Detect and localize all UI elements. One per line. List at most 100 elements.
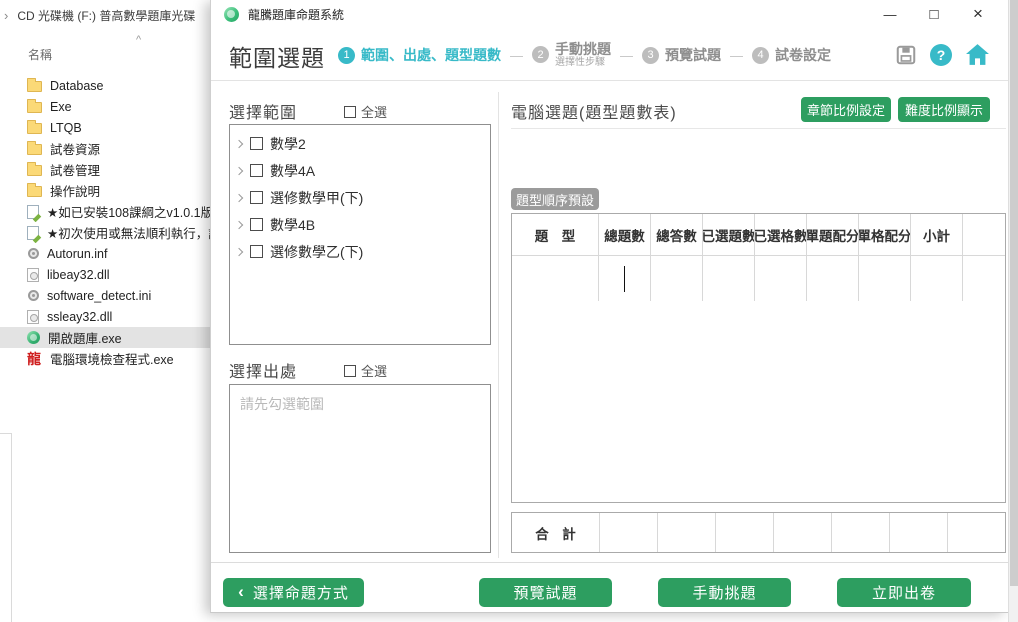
select-all-label: 全選	[361, 361, 387, 380]
tree-item[interactable]: 數學4B	[230, 211, 490, 238]
type-order-preset-button[interactable]: 題型順序預設	[511, 188, 599, 210]
table-cell[interactable]	[651, 256, 703, 301]
total-cell	[657, 513, 715, 552]
file-name: ★如已安裝108課綱之v1.0.1版題	[47, 202, 212, 221]
list-item[interactable]: 操作說明	[0, 180, 212, 201]
range-select-all[interactable]: 全選	[344, 102, 387, 121]
name-column-header[interactable]: 名稱	[28, 46, 52, 63]
footer-divider	[211, 562, 1008, 563]
generate-paper-button[interactable]: 立即出卷	[837, 578, 971, 607]
file-name: software_detect.ini	[47, 289, 151, 303]
expand-chevron-icon[interactable]	[235, 193, 243, 201]
help-icon[interactable]: ?	[930, 44, 952, 66]
list-item[interactable]: ★初次使用或無法順利執行，請	[0, 222, 212, 243]
list-item[interactable]: 試卷管理	[0, 159, 212, 180]
title-bar: 龍騰題庫命題系統 — □ ×	[211, 0, 1008, 28]
step-range[interactable]: 1 範圍、出處、題型題數	[338, 45, 501, 65]
step-manual-pick[interactable]: 2 手動挑題 選擇性步驟	[532, 42, 611, 68]
green-app-icon	[27, 331, 40, 344]
list-item[interactable]: Database	[0, 75, 212, 96]
checkbox[interactable]	[250, 245, 263, 258]
back-button-label: 選擇命題方式	[253, 582, 349, 603]
step-number-badge: 2	[532, 46, 549, 63]
home-icon[interactable]	[965, 43, 990, 66]
checkbox[interactable]	[344, 106, 356, 118]
config-file-icon	[28, 290, 39, 301]
preview-questions-button[interactable]: 預覽試題	[479, 578, 612, 607]
table-cell[interactable]	[859, 256, 911, 301]
question-type-table: 題 型 總題數 總答數 已選題數 已選格數 單題配分 單格配分 小計	[511, 213, 1006, 503]
vertical-scrollbar[interactable]	[1008, 0, 1018, 622]
tree-item[interactable]: 數學2	[230, 130, 490, 157]
list-item-selected[interactable]: 開啟題庫.exe	[0, 327, 212, 348]
expand-chevron-icon[interactable]	[235, 139, 243, 147]
text-document-icon	[27, 226, 39, 240]
chevron-right-icon[interactable]: ›	[4, 8, 8, 23]
computer-select-title: 電腦選題(題型題數表)	[511, 99, 677, 123]
list-item[interactable]: LTQB	[0, 117, 212, 138]
chapter-ratio-button[interactable]: 章節比例設定	[801, 97, 891, 122]
window-controls: — □ ×	[868, 0, 1000, 28]
close-button[interactable]: ×	[956, 0, 1000, 28]
minimize-button[interactable]: —	[868, 0, 912, 28]
list-item[interactable]: ssleay32.dll	[0, 306, 212, 327]
save-icon[interactable]	[895, 44, 917, 66]
window-title: 龍騰題庫命題系統	[248, 6, 344, 23]
step-paper-settings[interactable]: 4 試卷設定	[752, 45, 831, 65]
checkbox[interactable]	[344, 365, 356, 377]
checkbox[interactable]	[250, 218, 263, 231]
range-tree: 數學2 數學4A 選修數學甲(下) 數學4B 選修數學乙(下)	[229, 124, 491, 345]
file-explorer: › CD 光碟機 (F:) 普高數學題庫光碟 ^ 名稱 Database Exe…	[0, 0, 212, 622]
manual-pick-button[interactable]: 手動挑題	[658, 578, 791, 607]
header-divider	[211, 80, 1008, 81]
file-name: Exe	[50, 100, 72, 114]
table-cell[interactable]	[703, 256, 755, 301]
checkbox[interactable]	[250, 191, 263, 204]
text-caret	[624, 266, 625, 292]
expand-chevron-icon[interactable]	[235, 166, 243, 174]
step-label: 手動挑題	[555, 42, 611, 57]
table-cell[interactable]	[963, 256, 1005, 301]
expand-chevron-icon[interactable]	[235, 247, 243, 255]
list-item[interactable]: Autorun.inf	[0, 243, 212, 264]
list-item[interactable]: software_detect.ini	[0, 285, 212, 306]
table-empty-area	[512, 301, 1005, 502]
list-item[interactable]: ★如已安裝108課綱之v1.0.1版題	[0, 201, 212, 222]
source-select-all[interactable]: 全選	[344, 361, 387, 380]
page-title: 範圍選題	[229, 39, 325, 73]
scrollbar-thumb[interactable]	[1010, 0, 1018, 586]
file-name: 操作說明	[50, 181, 100, 200]
list-item[interactable]: libeay32.dll	[0, 264, 212, 285]
table-cell[interactable]	[807, 256, 859, 301]
table-cell-active[interactable]	[599, 256, 651, 301]
drive-tree-item[interactable]: › CD 光碟機 (F:) 普高數學題庫光碟	[4, 7, 195, 24]
list-item[interactable]: 龍 電腦環境檢查程式.exe	[0, 348, 212, 369]
header-icons: ?	[895, 43, 990, 66]
dll-file-icon	[27, 268, 39, 282]
back-to-method-button[interactable]: ‹ 選擇命題方式	[223, 578, 364, 607]
step-preview[interactable]: 3 預覽試題	[642, 45, 721, 65]
column-header: 單題配分	[807, 214, 859, 256]
difficulty-ratio-button[interactable]: 難度比例顯示	[898, 97, 990, 122]
total-cell	[715, 513, 773, 552]
checkbox[interactable]	[250, 137, 263, 150]
tree-item[interactable]: 選修數學乙(下)	[230, 238, 490, 265]
select-all-label: 全選	[361, 102, 387, 121]
list-item[interactable]: Exe	[0, 96, 212, 117]
sort-ascending-icon[interactable]: ^	[136, 34, 141, 46]
checkbox[interactable]	[250, 164, 263, 177]
total-cell	[599, 513, 657, 552]
table-cell[interactable]	[755, 256, 807, 301]
list-item[interactable]: 試卷資源	[0, 138, 212, 159]
config-file-icon	[28, 248, 39, 259]
text-document-icon	[27, 205, 39, 219]
tree-item[interactable]: 數學4A	[230, 157, 490, 184]
file-name: 試卷資源	[50, 139, 100, 158]
tree-item[interactable]: 選修數學甲(下)	[230, 184, 490, 211]
maximize-button[interactable]: □	[912, 0, 956, 28]
tree-item-label: 數學4A	[270, 161, 315, 181]
expand-chevron-icon[interactable]	[235, 220, 243, 228]
table-cell[interactable]	[512, 256, 599, 301]
source-list-box[interactable]: 請先勾選範圍	[229, 384, 491, 553]
table-cell[interactable]	[911, 256, 963, 301]
